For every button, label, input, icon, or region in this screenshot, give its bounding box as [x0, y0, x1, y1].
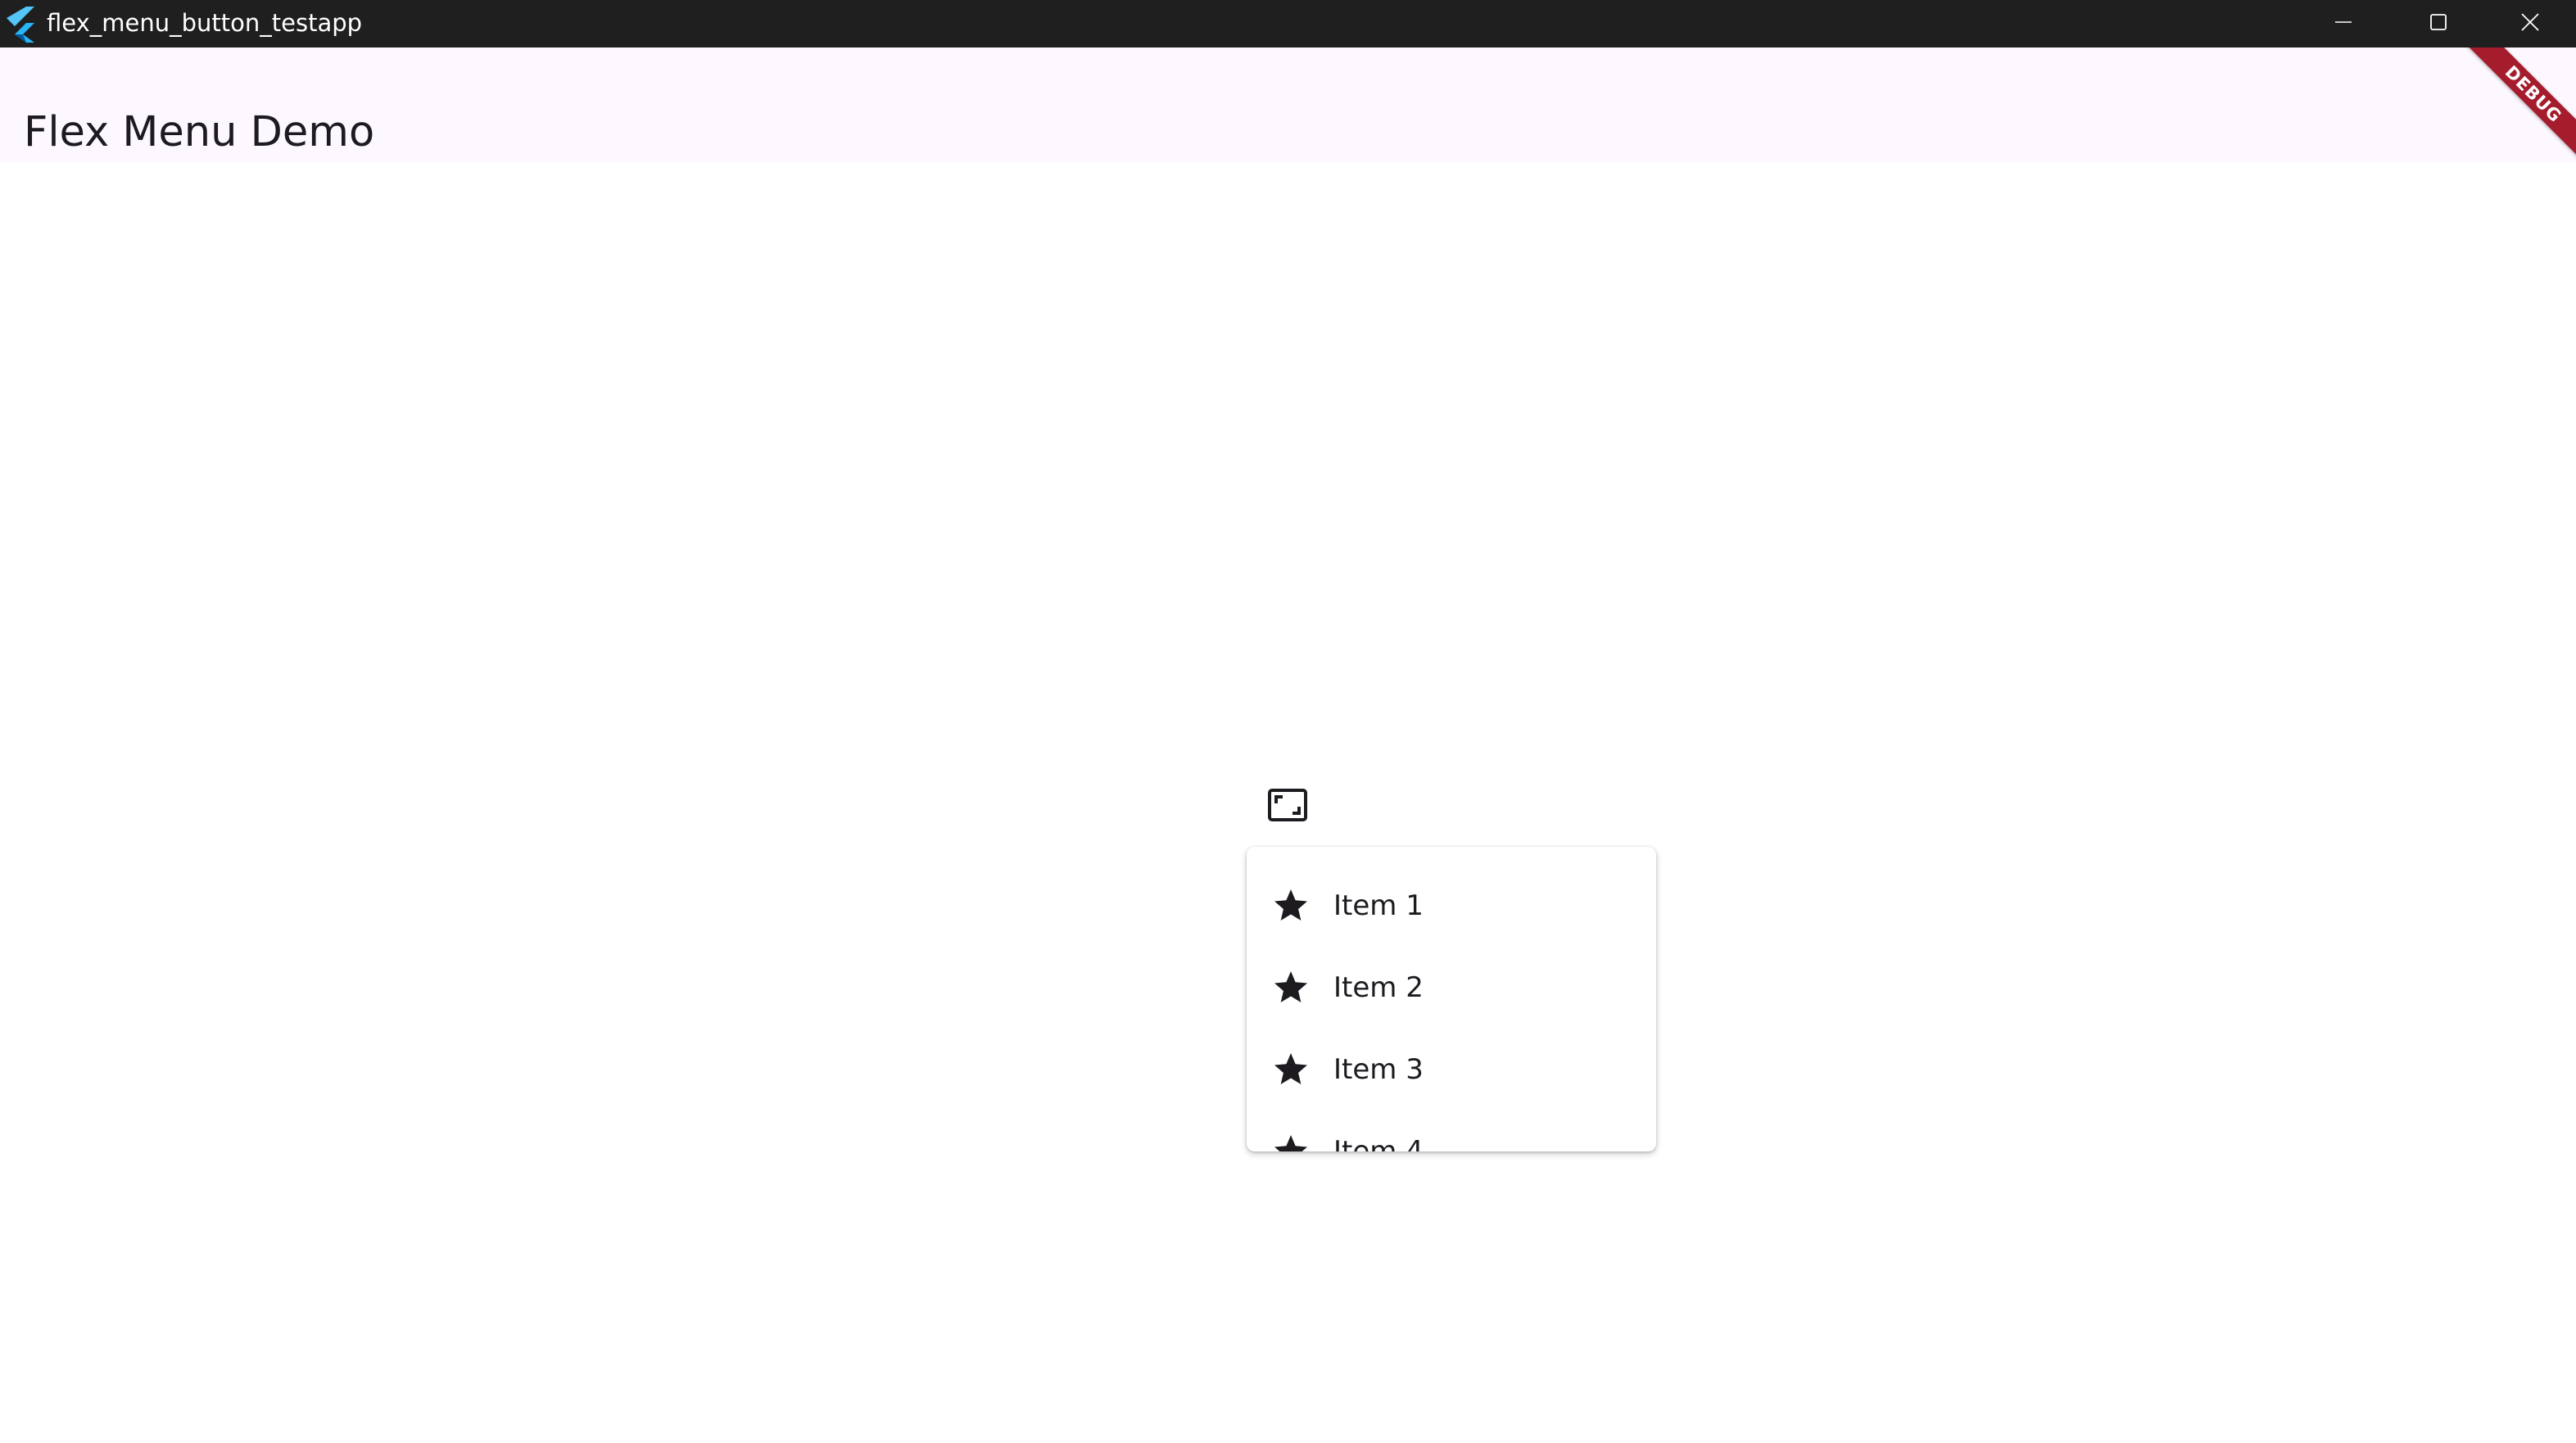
menu-item-2[interactable]: Item 2: [1247, 952, 1656, 1034]
app-bar: Flex Menu Demo: [0, 47, 2576, 162]
fullscreen-toggle-icon: [1268, 789, 1307, 825]
menu-item-label: Item 3: [1333, 1053, 1424, 1086]
menu-item-1[interactable]: Item 1: [1247, 870, 1656, 952]
window-titlebar[interactable]: flex_menu_button_testapp: [0, 0, 2576, 47]
window-title: flex_menu_button_testapp: [47, 9, 363, 37]
menu-item-label: Item 1: [1333, 889, 1424, 922]
star-icon: [1271, 886, 1311, 925]
maximize-button[interactable]: [2391, 0, 2486, 47]
menu-item-4[interactable]: Item 4: [1247, 1115, 1656, 1151]
menu-item-label: Item 2: [1333, 971, 1424, 1004]
star-icon: [1271, 1132, 1311, 1151]
close-icon: [2520, 12, 2540, 35]
star-icon: [1271, 1050, 1311, 1089]
minimize-icon: [2334, 13, 2352, 34]
minimize-button[interactable]: [2296, 0, 2391, 47]
dropdown-menu[interactable]: Item 1 Item 2 Item 3 Item 4: [1247, 847, 1656, 1151]
flutter-logo-icon: [5, 5, 38, 43]
star-icon: [1271, 968, 1311, 1007]
flex-menu-button[interactable]: [1258, 781, 1317, 832]
page-title: Flex Menu Demo: [24, 108, 375, 157]
close-button[interactable]: [2483, 0, 2576, 47]
menu-list: Item 1 Item 2 Item 3 Item 4: [1247, 870, 1656, 1151]
menu-item-label: Item 4: [1333, 1135, 1424, 1151]
menu-item-3[interactable]: Item 3: [1247, 1034, 1656, 1115]
maximize-icon: [2429, 13, 2447, 34]
